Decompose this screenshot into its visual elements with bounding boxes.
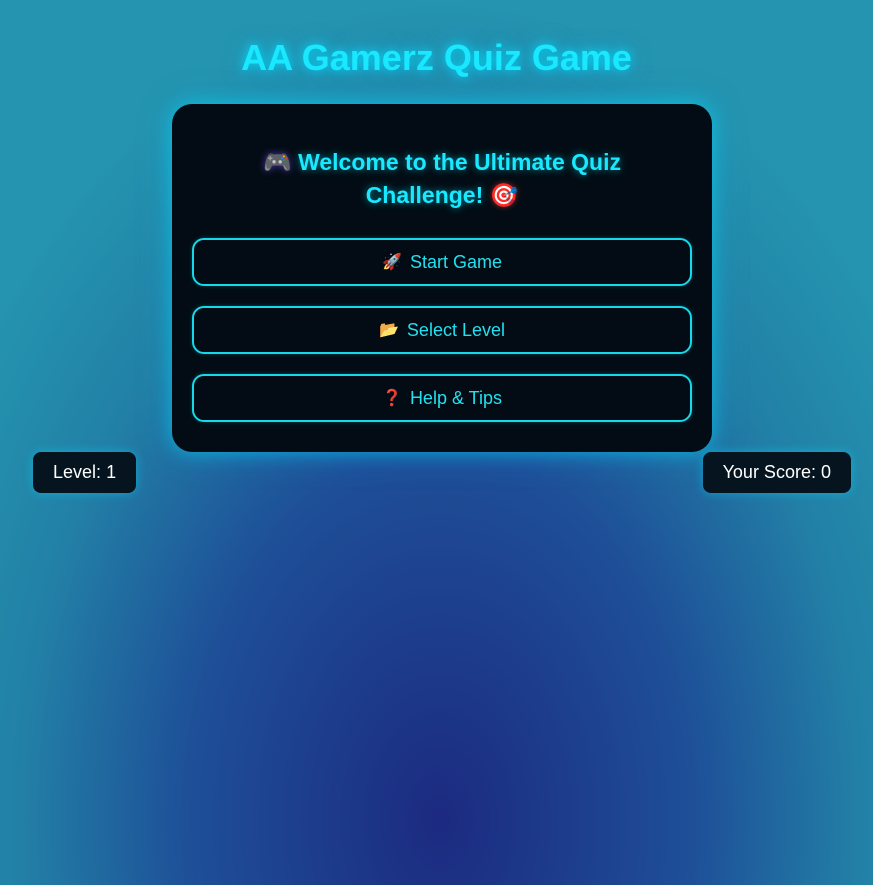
select-level-button[interactable]: 📂 Select Level <box>192 306 692 354</box>
help-tips-label: Help & Tips <box>409 387 502 408</box>
target-icon: 🎯 <box>489 183 519 209</box>
level-badge: Level: 1 <box>33 452 137 493</box>
menu-card: 🎮 Welcome to the Ultimate Quiz Challenge… <box>172 104 712 452</box>
score-label: Your Score: <box>722 462 816 482</box>
select-level-label: Select Level <box>406 319 505 340</box>
game-controller-icon: 🎮 <box>263 150 292 176</box>
rocket-icon: 🚀 <box>382 252 402 271</box>
folder-icon: 📂 <box>379 320 399 339</box>
help-tips-button[interactable]: ❓ Help & Tips <box>192 374 692 422</box>
question-icon: ❓ <box>382 388 402 407</box>
start-game-button[interactable]: 🚀 Start Game <box>192 238 692 286</box>
start-game-label: Start Game <box>409 251 502 272</box>
page-title: AA Gamerz Quiz Game <box>241 37 632 78</box>
level-value: 1 <box>106 462 117 482</box>
welcome-heading: 🎮 Welcome to the Ultimate Quiz Challenge… <box>212 146 672 212</box>
welcome-text: Welcome to the Ultimate Quiz Challenge! <box>298 149 621 208</box>
score-badge: Your Score: 0 <box>702 452 851 493</box>
level-label: Level: <box>53 462 102 482</box>
score-value: 0 <box>820 462 831 482</box>
